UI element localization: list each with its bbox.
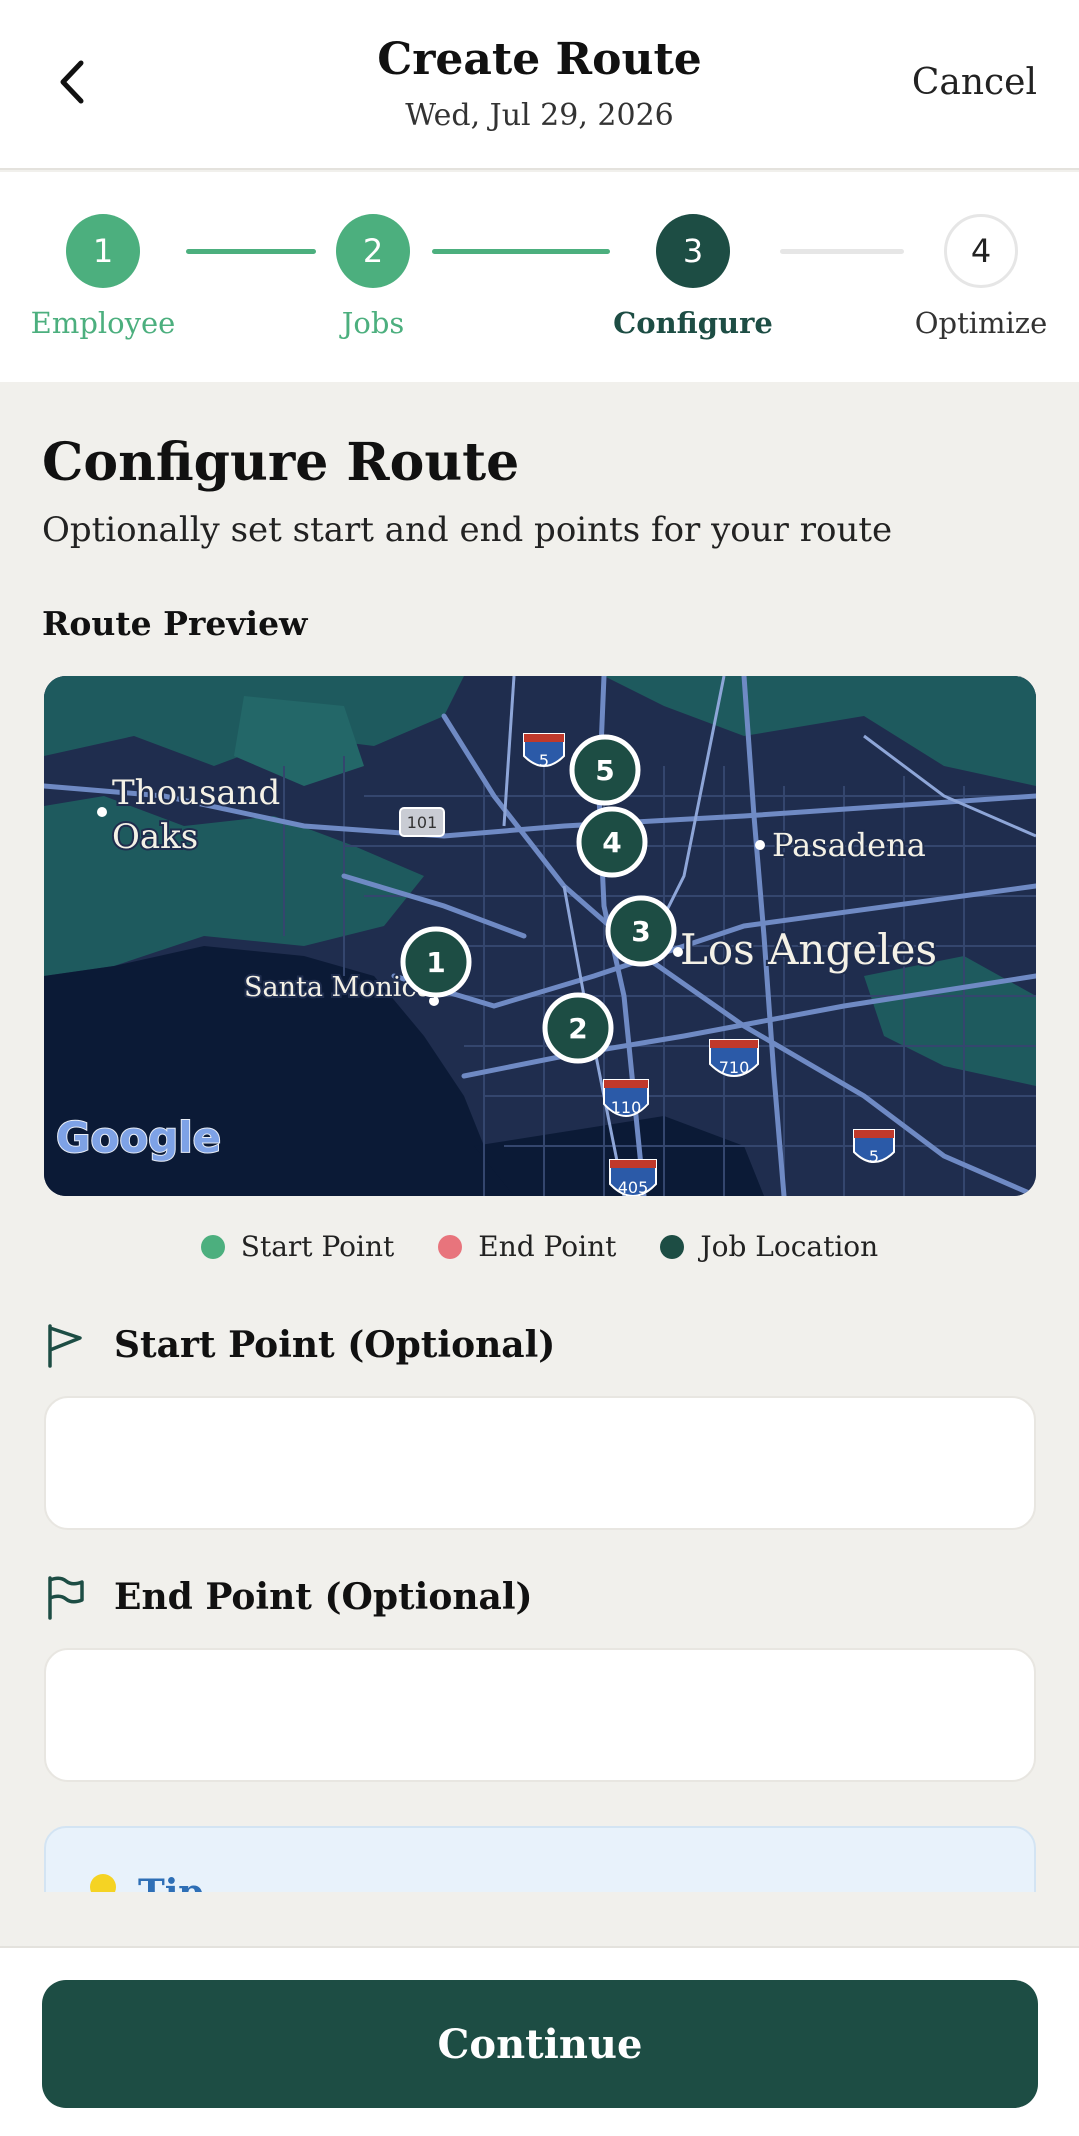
route-preview-map[interactable]: 5 101 110 710 405 5 Thousand Oaks Pasade… xyxy=(44,676,1036,1196)
svg-text:5: 5 xyxy=(869,1147,879,1166)
step-3-label: Configure xyxy=(613,306,773,340)
start-point-label: Start Point (Optional) xyxy=(42,1322,555,1368)
step-2-label: Jobs xyxy=(341,306,405,340)
legend-end-label: End Point xyxy=(478,1230,617,1263)
section-title: Configure Route xyxy=(42,432,520,493)
end-point-label-text: End Point (Optional) xyxy=(114,1576,533,1618)
svg-text:3: 3 xyxy=(631,915,650,948)
svg-text:5: 5 xyxy=(539,751,549,770)
google-logo: Google xyxy=(56,1113,221,1162)
footer-bar: Continue xyxy=(0,1946,1079,2136)
step-2-circle[interactable]: 2 xyxy=(336,214,410,288)
svg-text:4: 4 xyxy=(602,826,621,859)
map-label-los-angeles: Los Angeles xyxy=(680,925,937,974)
svg-text:710: 710 xyxy=(719,1058,750,1077)
map-legend: Start Point End Point Job Location xyxy=(42,1230,1037,1263)
step-4-circle[interactable]: 4 xyxy=(944,214,1018,288)
progress-stepper: 1 Employee 2 Jobs 3 Configure 4 Optimize xyxy=(0,172,1079,382)
job-marker-5[interactable]: 5 xyxy=(569,734,641,806)
legend-job-label: Job Location xyxy=(700,1230,879,1263)
highway-shield-i405: 405 xyxy=(609,1159,657,1196)
step-3-circle[interactable]: 3 xyxy=(656,214,730,288)
map-label-pasadena: Pasadena xyxy=(772,826,926,864)
end-point-label: End Point (Optional) xyxy=(42,1574,533,1620)
job-location-dot-icon xyxy=(660,1234,685,1259)
section-description: Optionally set start and end points for … xyxy=(42,510,893,550)
cancel-button[interactable]: Cancel xyxy=(912,62,1037,103)
svg-text:1: 1 xyxy=(426,946,445,979)
continue-button[interactable]: Continue xyxy=(42,1980,1038,2108)
job-marker-2[interactable]: 2 xyxy=(542,992,614,1064)
end-point-input[interactable] xyxy=(44,1648,1036,1782)
legend-start: Start Point xyxy=(200,1230,395,1263)
route-date: Wed, Jul 29, 2026 xyxy=(405,98,674,133)
job-marker-3[interactable]: 3 xyxy=(605,895,677,967)
svg-text:110: 110 xyxy=(611,1098,642,1117)
end-point-dot-icon xyxy=(438,1234,463,1259)
flag-outline-icon xyxy=(48,1324,82,1368)
route-preview-label: Route Preview xyxy=(42,604,308,643)
scroll-fade xyxy=(0,1892,1079,1948)
legend-end: End Point xyxy=(438,1230,616,1263)
header-bar: Create Route Wed, Jul 29, 2026 Cancel xyxy=(0,0,1079,170)
svg-text:2: 2 xyxy=(568,1012,587,1045)
step-connector xyxy=(432,249,610,254)
step-1-circle[interactable]: 1 xyxy=(66,214,140,288)
job-marker-4[interactable]: 4 xyxy=(576,806,648,878)
job-marker-1[interactable]: 1 xyxy=(400,926,472,998)
legend-start-label: Start Point xyxy=(240,1230,395,1263)
step-connector xyxy=(186,249,316,254)
map-label-oaks: Oaks xyxy=(112,817,198,857)
start-point-dot-icon xyxy=(200,1234,225,1259)
start-point-label-text: Start Point (Optional) xyxy=(114,1324,556,1366)
flag-icon xyxy=(48,1576,84,1620)
svg-text:101: 101 xyxy=(407,813,438,832)
map-canvas: 5 101 110 710 405 5 Thousand Oaks Pasade… xyxy=(44,676,1036,1196)
svg-text:5: 5 xyxy=(595,754,614,787)
step-1-label: Employee xyxy=(30,306,176,340)
step-4-label: Optimize xyxy=(914,306,1048,340)
svg-text:405: 405 xyxy=(618,1178,649,1196)
map-label-thousand: Thousand xyxy=(112,773,280,813)
highway-shield-us101: 101 xyxy=(399,807,445,837)
start-point-input[interactable] xyxy=(44,1396,1036,1530)
legend-job: Job Location xyxy=(660,1230,878,1263)
step-connector xyxy=(780,249,904,254)
